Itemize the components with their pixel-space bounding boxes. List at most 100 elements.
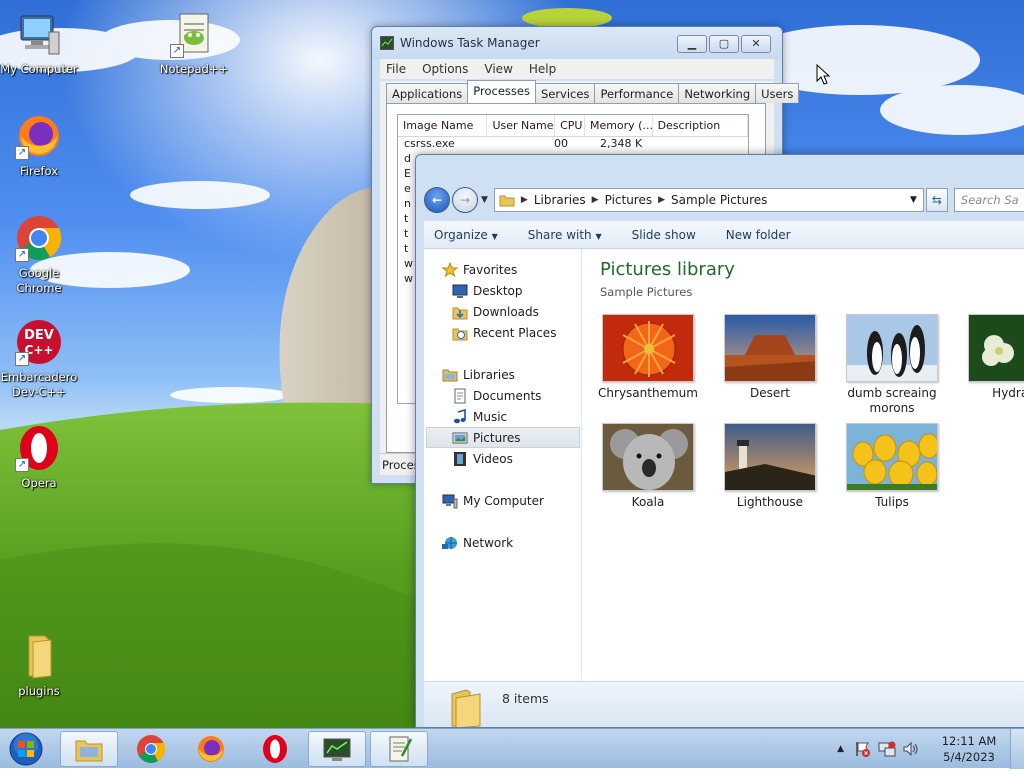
menu-view[interactable]: View <box>484 62 512 76</box>
nav-network[interactable]: Network <box>442 532 596 553</box>
library-subtitle[interactable]: Sample Pictures <box>600 285 692 299</box>
show-hidden-icons-chevron-icon[interactable]: ▲ <box>837 744 844 754</box>
taskbar-explorer-button[interactable] <box>60 731 118 767</box>
picture-name: Tulips <box>875 495 909 509</box>
taskbar-opera-button[interactable] <box>246 731 304 767</box>
action-center-flag-icon[interactable] <box>854 740 872 758</box>
nav-label: Recent Places <box>473 325 557 340</box>
picture-item-desert[interactable]: Desert <box>715 314 825 401</box>
taskbar-notepadpp-button[interactable] <box>370 731 428 767</box>
address-dropdown-icon[interactable]: ▼ <box>910 195 917 205</box>
desktop-icon-label: My Computer <box>0 62 78 76</box>
breadcrumb-libraries[interactable]: Libraries <box>534 193 586 207</box>
share-with-button[interactable]: Share with ▼ <box>528 228 602 242</box>
desktop-icon-my-computer[interactable]: My Computer <box>0 10 78 77</box>
menu-file[interactable]: File <box>386 62 406 76</box>
taskbar-chrome-button[interactable] <box>122 731 180 767</box>
picture-item-tulips[interactable]: Tulips <box>837 423 947 510</box>
column-user-name[interactable]: User Name <box>487 115 556 136</box>
address-bar[interactable]: ▶ Libraries ▶ Pictures ▶ Sample Pictures… <box>493 188 924 212</box>
shortcut-arrow-icon: ↗ <box>15 248 29 262</box>
desktop-icon-label: Firefox <box>19 164 59 178</box>
nav-label: My Computer <box>463 493 544 508</box>
desktop-icon-notepadpp[interactable]: ↗ Notepad++ <box>155 10 233 77</box>
forward-button[interactable]: → <box>452 187 478 213</box>
nav-label: Network <box>463 535 514 550</box>
content-pane[interactable]: Pictures library Sample Pictures Chrysan… <box>582 249 1024 681</box>
tab-services[interactable]: Services <box>534 83 596 103</box>
recent-pages-chevron-icon[interactable]: ▼ <box>481 195 488 205</box>
nav-libraries[interactable]: Libraries <box>442 364 596 385</box>
process-image-name: csrss.exe <box>404 137 455 150</box>
nav-pictures[interactable]: Pictures <box>426 427 580 448</box>
taskbar-firefox-button[interactable] <box>182 731 240 767</box>
picture-item-koala[interactable]: Koala <box>593 423 703 510</box>
windows-orb-icon <box>9 732 43 766</box>
refresh-button[interactable]: ⇆ <box>925 188 948 212</box>
star-icon <box>441 261 459 278</box>
desktop-icon-opera[interactable]: ↗ Opera <box>0 424 78 491</box>
volume-speaker-icon[interactable] <box>902 740 920 758</box>
breadcrumb-sample-pictures[interactable]: Sample Pictures <box>671 193 767 207</box>
nav-my-computer[interactable]: My Computer <box>442 490 596 511</box>
picture-thumbnail <box>724 314 816 382</box>
menu-options[interactable]: Options <box>422 62 468 76</box>
column-memory[interactable]: Memory (... <box>585 115 653 136</box>
tab-networking[interactable]: Networking <box>678 83 757 103</box>
picture-name: Chrysanthemum <box>598 386 698 400</box>
organize-button[interactable]: Organize ▼ <box>434 228 498 242</box>
desktop-icon-google-chrome[interactable]: ↗ Google Chrome <box>0 214 78 296</box>
tab-performance[interactable]: Performance <box>594 83 680 103</box>
system-clock[interactable]: 12:11 AM 5/4/2023 <box>928 733 1010 765</box>
breadcrumb-separator-icon: ▶ <box>591 195 599 205</box>
network-status-icon[interactable] <box>878 740 896 758</box>
desktop-icon-dev-cpp[interactable]: DEV C++ ↗ Embarcadero Dev-C++ <box>0 318 78 400</box>
picture-thumbnail <box>846 314 938 382</box>
desktop-icon-firefox[interactable]: ↗ Firefox <box>0 112 78 179</box>
notepadpp-icon <box>389 736 413 762</box>
breadcrumb-pictures[interactable]: Pictures <box>605 193 653 207</box>
chrome-icon: ↗ <box>15 214 63 262</box>
refresh-icon: ⇆ <box>931 193 942 207</box>
opera-icon: ↗ <box>15 424 63 472</box>
film-icon <box>452 451 468 467</box>
clock-date: 5/4/2023 <box>943 750 995 764</box>
new-folder-button[interactable]: New folder <box>726 228 791 242</box>
picture-item-lighthouse[interactable]: Lighthouse <box>715 423 825 510</box>
close-button[interactable]: ✕ <box>741 35 771 53</box>
nav-label: Music <box>473 409 508 424</box>
slide-show-button[interactable]: Slide show <box>632 228 696 242</box>
picture-thumbnail <box>602 423 694 491</box>
picture-thumbnail <box>602 314 694 382</box>
maximize-button[interactable]: ▢ <box>709 35 739 53</box>
desktop-icon-plugins[interactable]: plugins <box>0 632 78 699</box>
table-row[interactable]: csrss.exe 00 2,348 K <box>398 137 748 152</box>
picture-item-hydrangeas[interactable]: Hydran <box>959 314 1024 401</box>
tab-processes[interactable]: Processes <box>467 80 536 103</box>
picture-item-chrysanthemum[interactable]: Chrysanthemum <box>593 314 703 401</box>
tab-applications[interactable]: Applications <box>386 83 469 103</box>
dropdown-arrow-icon: ▼ <box>595 231 602 241</box>
nav-favorites[interactable]: Favorites <box>441 259 596 280</box>
search-input[interactable]: Search Sa <box>953 188 1024 212</box>
start-button[interactable] <box>4 730 48 768</box>
forward-arrow-icon: → <box>459 193 471 207</box>
back-button[interactable]: ← <box>424 187 450 213</box>
taskbar-task-manager-button[interactable] <box>308 731 366 767</box>
libraries-icon <box>442 367 458 383</box>
menu-help[interactable]: Help <box>529 62 556 76</box>
show-desktop-button[interactable] <box>1010 729 1024 769</box>
devcpp-icon: DEV C++ ↗ <box>15 318 63 366</box>
picture-item-penguins[interactable]: dumb screaing morons <box>837 314 947 416</box>
explorer-window[interactable]: ← → ▼ ▶ Libraries ▶ Pictures ▶ Sample Pi… <box>415 154 1024 728</box>
column-cpu[interactable]: CPU <box>555 115 585 136</box>
column-description[interactable]: Description <box>653 115 748 136</box>
tab-users[interactable]: Users <box>755 83 800 103</box>
column-image-name[interactable]: Image Name <box>398 115 488 136</box>
folder-icon <box>499 195 515 207</box>
picture-name: Koala <box>631 495 665 509</box>
shortcut-arrow-icon: ↗ <box>170 44 184 58</box>
minimize-button[interactable]: ▁ <box>677 35 707 53</box>
task-manager-icon <box>323 738 351 761</box>
process-table-header: Image Name User Name CPU Memory (... Des… <box>398 115 748 137</box>
